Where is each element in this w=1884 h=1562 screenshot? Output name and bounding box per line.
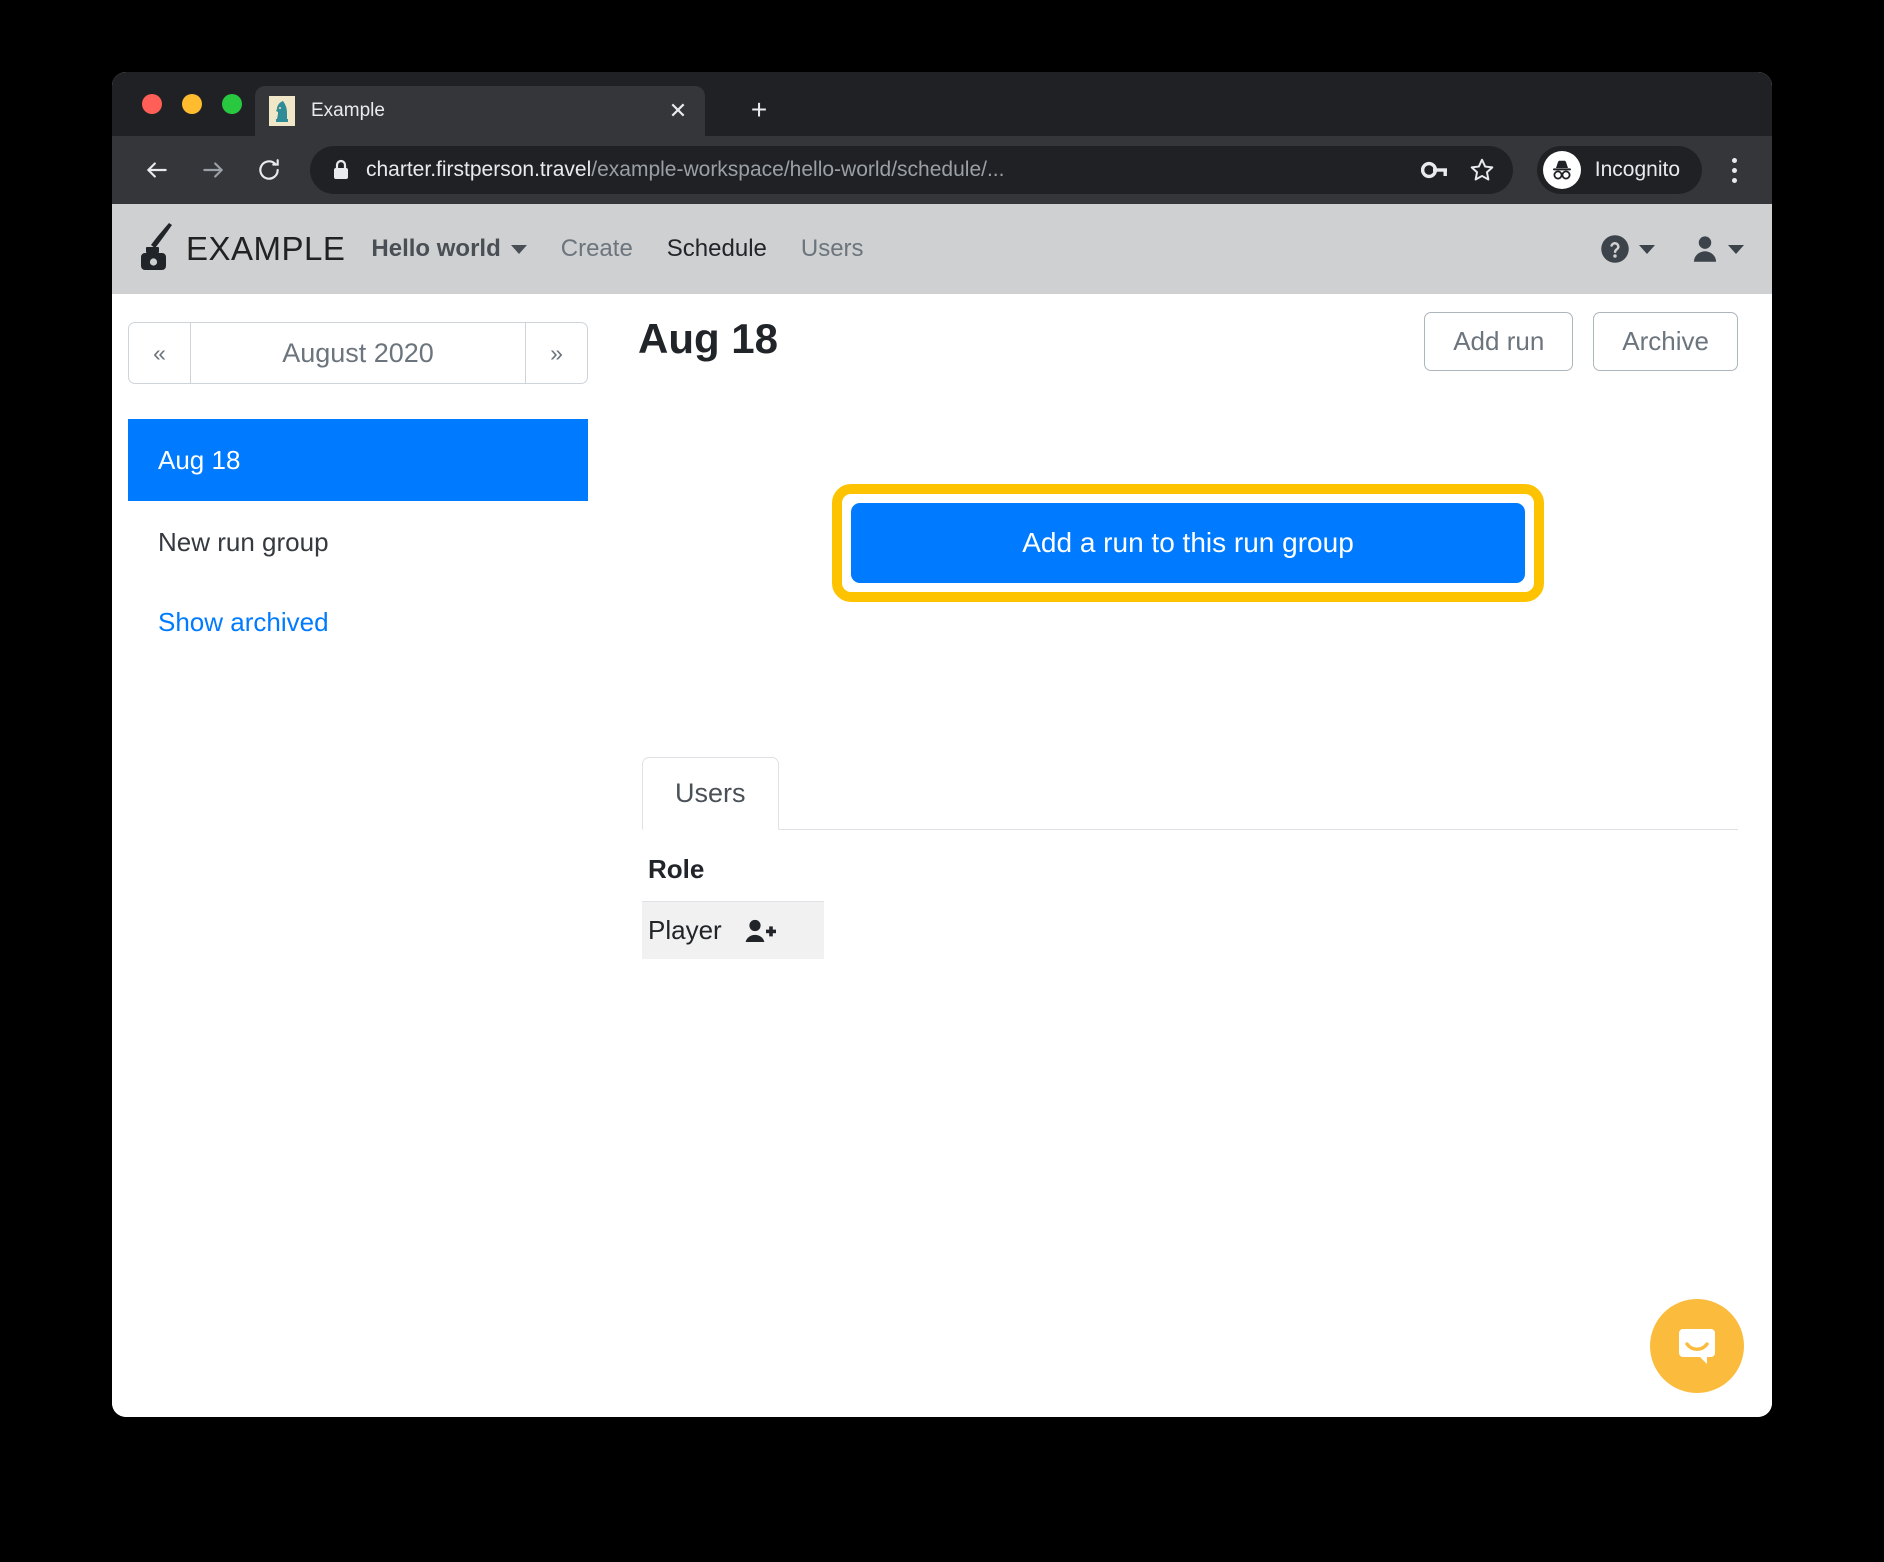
url-domain: charter.firstperson.travel <box>366 158 592 181</box>
archive-button[interactable]: Archive <box>1593 312 1738 371</box>
new-tab-button[interactable]: + <box>744 96 774 124</box>
reload-icon[interactable] <box>246 147 292 193</box>
nav-item-create[interactable]: Create <box>561 235 633 263</box>
nav-item-users[interactable]: Users <box>801 235 864 263</box>
help-circle-icon <box>1601 235 1629 263</box>
sidebar: « August 2020 » Aug 18 New run group Sho… <box>112 294 604 1417</box>
chevron-down-icon <box>1728 244 1744 254</box>
app-navbar-right <box>1600 234 1744 264</box>
incognito-label: Incognito <box>1594 158 1680 181</box>
table-header-role: Role <box>642 830 824 902</box>
help-menu[interactable] <box>1600 234 1655 264</box>
tab-bar: Users <box>642 757 1738 830</box>
next-month-button[interactable]: » <box>525 323 587 383</box>
incognito-badge[interactable]: Incognito <box>1536 146 1702 194</box>
forward-arrow-icon[interactable] <box>190 147 236 193</box>
address-bar-text: charter.firstperson.travel/example-works… <box>366 158 1401 182</box>
key-icon[interactable] <box>1420 159 1449 181</box>
page-title: Aug 18 <box>638 315 779 362</box>
close-window-button[interactable] <box>142 94 162 114</box>
chevron-down-icon <box>1639 244 1655 254</box>
chess-knight-icon <box>269 96 295 126</box>
url-path: /example-workspace/hello-world/schedule/… <box>591 158 1005 181</box>
kebab-menu-icon[interactable] <box>1718 157 1750 183</box>
users-section: Users Role Player <box>638 757 1738 959</box>
account-menu[interactable] <box>1691 234 1744 264</box>
workspace-dropdown[interactable]: Hello world <box>371 235 527 263</box>
address-bar[interactable]: charter.firstperson.travel/example-works… <box>310 146 1513 194</box>
star-icon[interactable] <box>1469 157 1495 183</box>
inkwell-quill-icon <box>136 221 178 278</box>
show-archived-link[interactable]: Show archived <box>128 607 359 638</box>
minimize-window-button[interactable] <box>182 94 202 114</box>
web-page: EXAMPLE Hello world Create Schedule User… <box>112 204 1772 1417</box>
list-item[interactable]: Aug 18 <box>128 419 588 501</box>
browser-window: Example ✕ + charter.firstperson.travel/e… <box>112 72 1772 1417</box>
chevron-down-icon <box>510 244 527 254</box>
intercom-chat-button[interactable] <box>1650 1299 1744 1393</box>
user-plus-icon[interactable] <box>744 918 776 944</box>
highlight-ring: Add a run to this run group <box>832 484 1544 602</box>
month-navigator: « August 2020 » <box>128 322 588 384</box>
run-group-list: Aug 18 New run group <box>128 419 588 583</box>
back-arrow-icon[interactable] <box>134 147 180 193</box>
app-brand[interactable]: EXAMPLE <box>136 221 345 278</box>
app-brand-name: EXAMPLE <box>186 230 346 267</box>
browser-tab-strip: Example ✕ + <box>112 72 1772 136</box>
list-item[interactable]: New run group <box>128 501 588 583</box>
current-month-label[interactable]: August 2020 <box>191 323 525 383</box>
tab-users[interactable]: Users <box>642 757 779 830</box>
app-navbar: EXAMPLE Hello world Create Schedule User… <box>112 204 1772 294</box>
table-row: Player <box>642 902 824 959</box>
workspace-label: Hello world <box>371 235 501 262</box>
window-controls <box>142 94 242 114</box>
lock-icon <box>332 159 350 181</box>
maximize-window-button[interactable] <box>222 94 242 114</box>
page-content: « August 2020 » Aug 18 New run group Sho… <box>112 294 1772 1417</box>
role-value: Player <box>648 915 722 945</box>
user-icon <box>1693 236 1717 262</box>
incognito-icon <box>1542 151 1581 189</box>
main-panel: Aug 18 Add run Archive Add a run to this… <box>604 294 1772 1417</box>
cta-container: Add a run to this run group <box>832 484 1544 602</box>
roles-table: Role Player <box>642 830 824 959</box>
nav-item-schedule[interactable]: Schedule <box>667 235 767 263</box>
browser-tab-title: Example <box>311 100 385 121</box>
intercom-chat-icon <box>1679 1329 1715 1364</box>
main-header: Aug 18 Add run Archive <box>638 312 1738 371</box>
add-run-to-group-button[interactable]: Add a run to this run group <box>851 503 1525 583</box>
browser-tab[interactable]: Example ✕ <box>255 86 705 136</box>
previous-month-button[interactable]: « <box>129 323 191 383</box>
header-actions: Add run Archive <box>1424 312 1738 371</box>
browser-toolbar: charter.firstperson.travel/example-works… <box>112 136 1772 204</box>
add-run-button[interactable]: Add run <box>1424 312 1574 371</box>
close-icon[interactable]: ✕ <box>665 100 691 122</box>
